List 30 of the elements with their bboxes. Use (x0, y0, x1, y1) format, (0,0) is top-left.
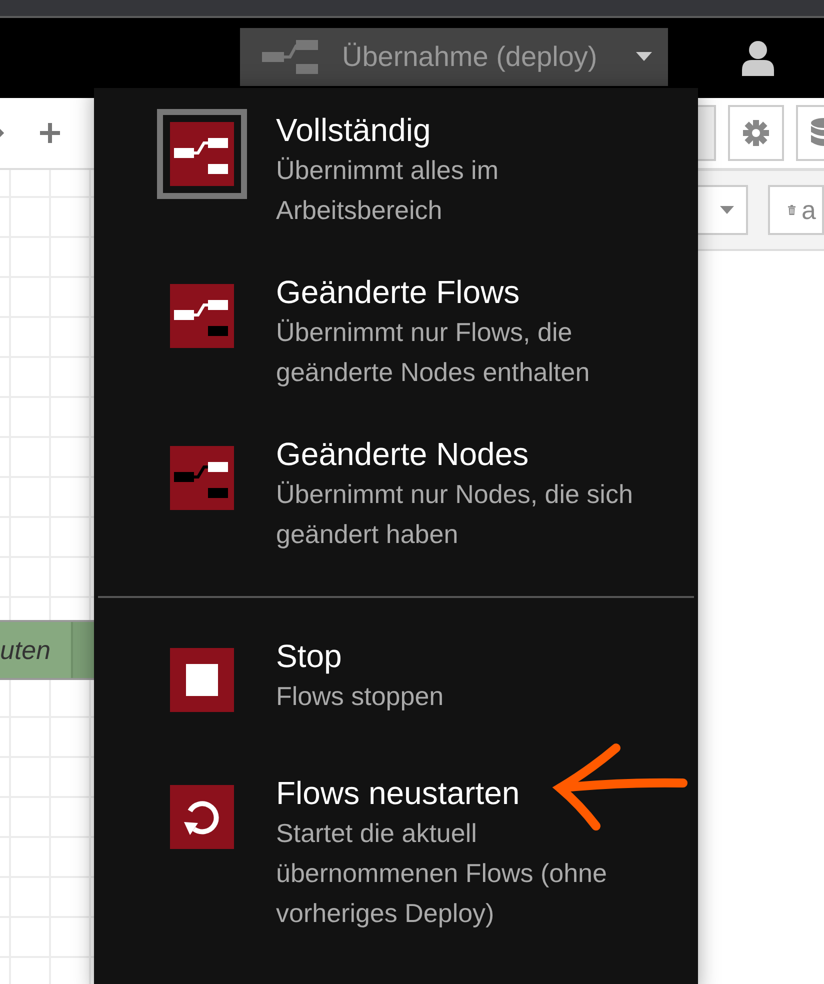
menu-item-description: Übernimmt nur Nodes, die sich geändert haben (276, 478, 634, 551)
menu-item[interactable]: Stop Flows stoppen (94, 612, 698, 749)
menu-item-title: Geänderte Nodes (276, 435, 530, 474)
menu-item[interactable]: Vollständig Übernimmt alles im Arbeitsbereich (94, 89, 698, 251)
menu-item-description: Flows stoppen (276, 680, 445, 713)
settings-icon (743, 120, 769, 146)
flow-icon (170, 446, 234, 510)
menu-item-title: Vollständig (276, 111, 432, 150)
flow-icon (262, 39, 318, 75)
user-icon[interactable] (742, 40, 774, 76)
flow-icon (170, 122, 234, 186)
clear-button[interactable]: a (768, 185, 824, 235)
add-icon[interactable] (40, 123, 60, 143)
caret-icon (636, 52, 652, 62)
flow-node[interactable]: uten (0, 620, 97, 680)
menu-item[interactable]: Geänderte Nodes Übernimmt nur Nodes, die sich geändert haben (94, 413, 698, 575)
settings-button[interactable] (728, 105, 784, 161)
menu-item-description: Startet die aktuell übernommenen Flows (ohne vorheriges Deploy) (276, 817, 608, 930)
menu-item[interactable]: Flows neustarten Startet die aktuell übernommenen Flows (ohne vorheriges Deploy) (94, 749, 698, 957)
caret-icon (720, 206, 734, 214)
stop-icon (170, 648, 234, 712)
refresh-icon (170, 785, 234, 849)
menu-item[interactable]: Geänderte Flows Übernimmt nur Flows, die geänderte Nodes enthalten (94, 251, 698, 413)
node-label: uten (0, 634, 52, 666)
flow-icon (170, 284, 234, 348)
menu-item-description: Übernimmt alles im Arbeitsbereich (276, 154, 500, 227)
menu-item-title: Stop (276, 637, 343, 676)
menu-item-title: Flows neustarten (276, 774, 521, 813)
menu-item-title: Geänderte Flows (276, 273, 521, 312)
menu-item-description: Übernimmt nur Flows, die geänderte Nodes enthalten (276, 316, 591, 389)
